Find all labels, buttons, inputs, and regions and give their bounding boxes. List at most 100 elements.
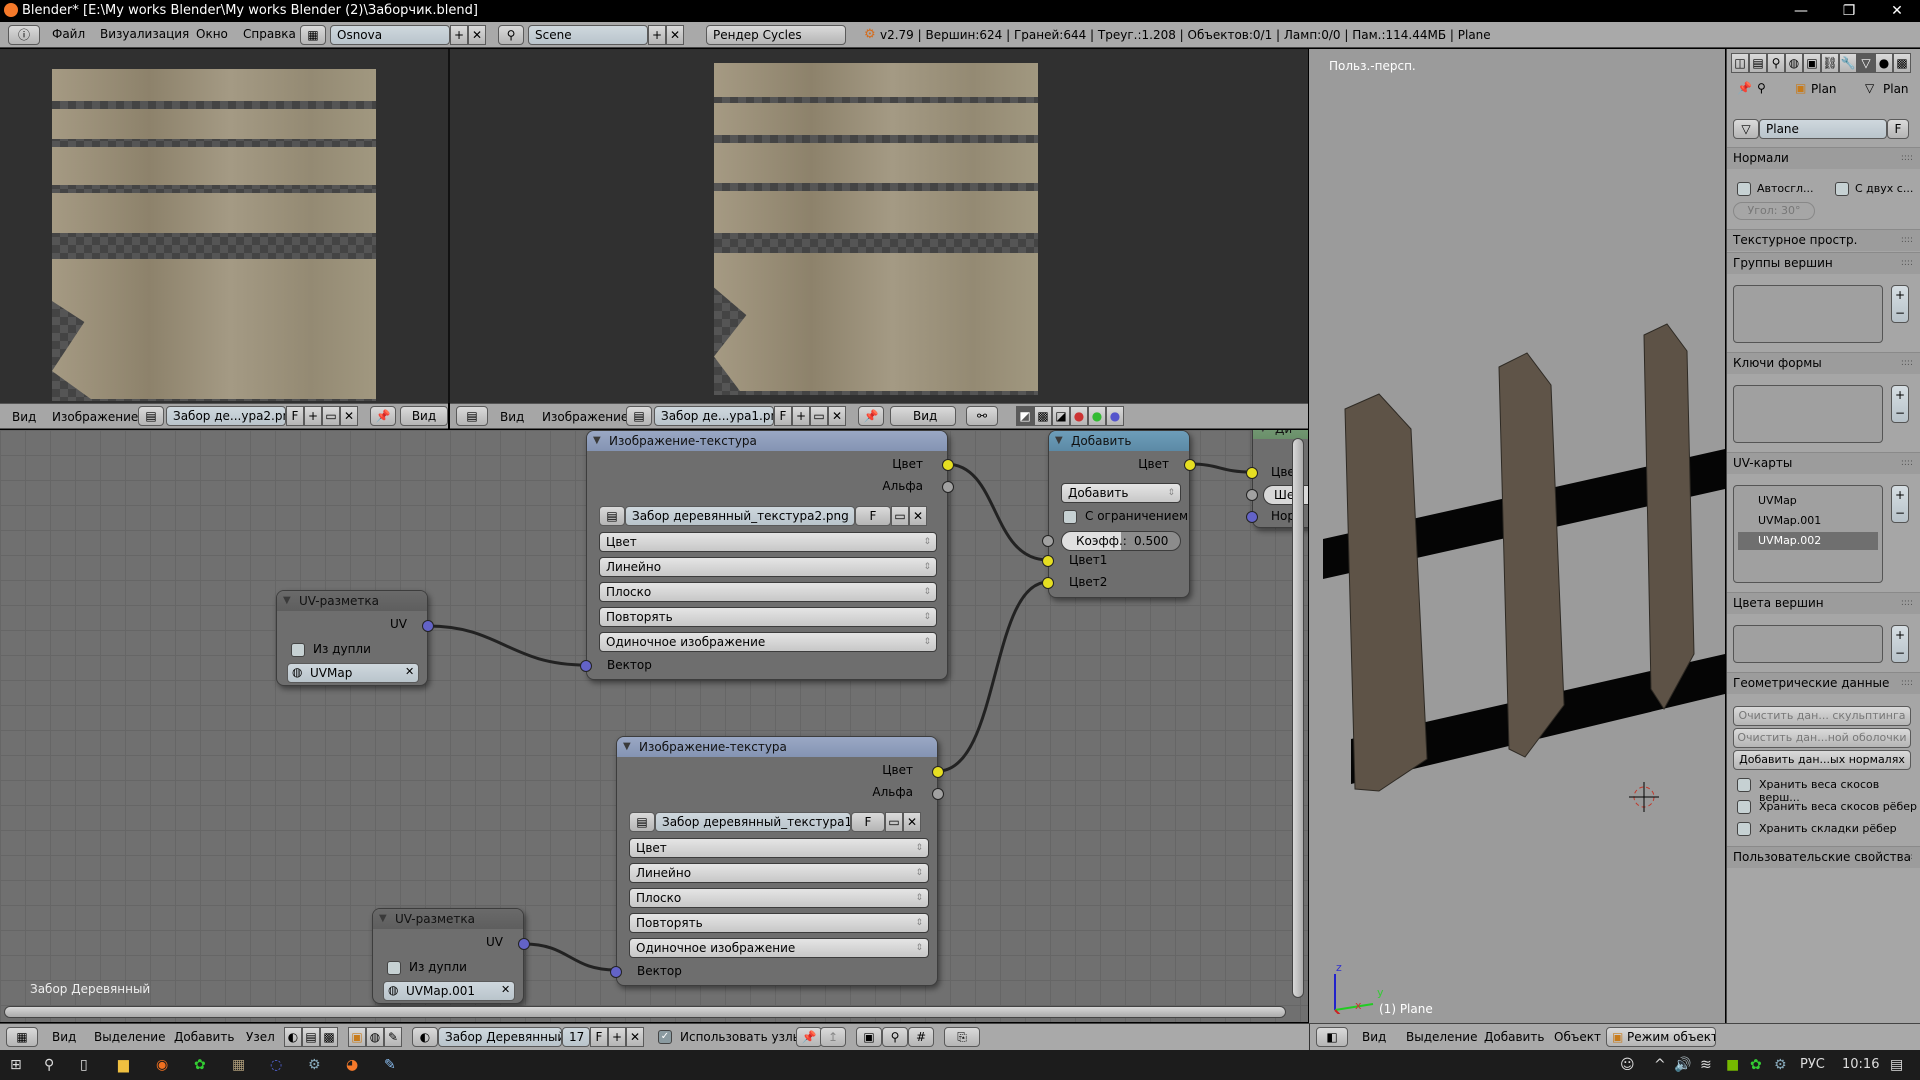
fake-user-button[interactable]: F: [855, 506, 891, 526]
view-mode-select[interactable]: Вид: [400, 406, 448, 426]
uv-map-item-active[interactable]: UVMap.002: [1738, 532, 1878, 550]
restore-button[interactable]: ❐: [1826, 0, 1872, 22]
input-vector-socket[interactable]: [610, 966, 622, 978]
add-layout-icon[interactable]: +: [450, 25, 468, 45]
store-edge-crease-checkbox[interactable]: [1737, 822, 1751, 836]
output-uv-socket[interactable]: [518, 938, 530, 950]
panel-custom-properties[interactable]: Пользовательские свойства::::: [1727, 846, 1920, 868]
shape-keys-list[interactable]: [1733, 385, 1883, 443]
menu-object[interactable]: Объект: [1554, 1030, 1601, 1044]
color-space-select[interactable]: Цвет: [599, 532, 937, 552]
uv-map-node-2[interactable]: UV-разметка UV Из дупли UVMap.001 ◍ ✕: [372, 908, 530, 1004]
scene-icon[interactable]: ⚲: [498, 25, 524, 45]
output-uv-socket[interactable]: [422, 620, 434, 632]
draw-channels-alpha-icon[interactable]: ▩: [1034, 406, 1052, 426]
extension-select[interactable]: Повторять: [599, 607, 937, 627]
shader-nodes-icon[interactable]: ◐: [284, 1027, 302, 1047]
input-vector-socket[interactable]: [580, 660, 592, 672]
fake-user-button[interactable]: F: [1887, 119, 1909, 139]
channel-green-icon[interactable]: ●: [1088, 406, 1106, 426]
tab-constraints-icon[interactable]: ⛓: [1821, 53, 1839, 73]
menu-image[interactable]: Изображение: [52, 410, 138, 424]
menu-image[interactable]: Изображение: [542, 410, 628, 424]
image-browse-icon[interactable]: ▤: [138, 406, 164, 426]
screen-layout-field[interactable]: Osnova: [330, 25, 450, 45]
from-dupli-checkbox[interactable]: [387, 961, 401, 975]
blend-mode-select[interactable]: Добавить: [1061, 483, 1181, 503]
image-name-field[interactable]: Забор деревянный_текстура1.png: [655, 812, 851, 832]
source-select[interactable]: Одиночное изображение: [599, 632, 937, 652]
linestyle-shader-icon[interactable]: ✎: [384, 1027, 402, 1047]
menu-file[interactable]: Файл: [52, 27, 85, 41]
language-indicator[interactable]: РУС: [1800, 1057, 1825, 1072]
double-sided-checkbox[interactable]: [1835, 182, 1849, 196]
notifications-icon[interactable]: ▤: [1890, 1057, 1903, 1073]
open-image-icon[interactable]: ▭: [810, 406, 828, 426]
vertex-group-add-remove[interactable]: + −: [1891, 285, 1909, 323]
panel-uv-maps[interactable]: UV-карты::::: [1727, 452, 1920, 474]
panel-geometry-data[interactable]: Геометрические данные::::: [1727, 672, 1920, 694]
view-mode-select[interactable]: Вид: [890, 406, 956, 426]
menu-help[interactable]: Справка: [243, 27, 296, 41]
object-shader-icon[interactable]: ▣: [348, 1027, 366, 1047]
uv-map-item[interactable]: UVMap: [1738, 492, 1878, 510]
go-parent-icon[interactable]: ↥: [820, 1027, 846, 1047]
menu-view[interactable]: Вид: [1362, 1030, 1386, 1044]
new-image-icon[interactable]: +: [792, 406, 810, 426]
menu-add[interactable]: Добавить: [1484, 1030, 1544, 1044]
autosmooth-checkbox[interactable]: [1737, 182, 1751, 196]
blender-taskbar-icon[interactable]: ◕: [346, 1057, 358, 1073]
new-image-icon[interactable]: +: [304, 406, 322, 426]
tab-modifiers-icon[interactable]: 🔧: [1839, 53, 1857, 73]
fake-user-button[interactable]: F: [774, 406, 792, 426]
channel-blue-icon[interactable]: ●: [1106, 406, 1124, 426]
pin-icon[interactable]: 📌: [1737, 81, 1752, 95]
tab-object-icon[interactable]: ▣: [1803, 53, 1821, 73]
add-scene-icon[interactable]: +: [648, 25, 666, 45]
input-color-socket[interactable]: [1246, 467, 1258, 479]
scene-field[interactable]: Scene: [528, 25, 648, 45]
tray-expand-icon[interactable]: ^: [1654, 1057, 1666, 1073]
editor-type-image-icon[interactable]: ▤: [456, 406, 488, 426]
menu-select[interactable]: Выделение: [1406, 1030, 1477, 1044]
node-editor[interactable]: Изображение-текстура Цвет Альфа ▤ Забор …: [0, 430, 1308, 1022]
add-custom-normals-button[interactable]: Добавить дан...ых нормалях: [1733, 750, 1911, 770]
start-icon[interactable]: ⊞: [10, 1057, 22, 1073]
interpolation-select[interactable]: Линейно: [599, 557, 937, 577]
menu-view[interactable]: Вид: [12, 410, 36, 424]
icq-tray-icon[interactable]: ✿: [1750, 1057, 1762, 1073]
render-engine-select[interactable]: Рендер Cycles: [706, 25, 846, 45]
menu-render[interactable]: Визуализация: [100, 27, 189, 41]
node-title[interactable]: Изображение-текстура: [617, 737, 937, 757]
material-name-field[interactable]: Забор Деревянный: [438, 1027, 562, 1047]
delete-layout-icon[interactable]: ✕: [468, 25, 486, 45]
minimize-button[interactable]: —: [1778, 0, 1824, 22]
texture-nodes-icon[interactable]: ▩: [320, 1027, 338, 1047]
uvmap-field[interactable]: UVMap.001: [383, 981, 515, 1001]
clamp-checkbox[interactable]: [1063, 510, 1077, 524]
draw-channels-z-icon[interactable]: ◪: [1052, 406, 1070, 426]
vertex-colors-list[interactable]: [1733, 625, 1883, 663]
unlink-image-icon[interactable]: ✕: [909, 506, 927, 526]
open-image-icon[interactable]: ▭: [891, 506, 909, 526]
tab-world-icon[interactable]: ◍: [1785, 53, 1803, 73]
fake-user-button[interactable]: F: [286, 406, 304, 426]
source-select[interactable]: Одиночное изображение: [629, 938, 929, 958]
menu-view[interactable]: Вид: [52, 1030, 76, 1044]
pin-icon[interactable]: 📌: [370, 406, 396, 426]
new-material-icon[interactable]: +: [608, 1027, 626, 1047]
paint-icon[interactable]: ✎: [384, 1057, 396, 1073]
editor-type-3d-icon[interactable]: ◧: [1316, 1027, 1348, 1047]
menu-node[interactable]: Узел: [246, 1030, 275, 1044]
uv-sync-icon[interactable]: ⚯: [966, 406, 998, 426]
extension-select[interactable]: Повторять: [629, 913, 929, 933]
input-color1-socket[interactable]: [1042, 555, 1054, 567]
unlink-image-icon[interactable]: ✕: [340, 406, 358, 426]
image-editor-left[interactable]: [0, 49, 448, 403]
projection-select[interactable]: Плоско: [629, 888, 929, 908]
editor-type-node-icon[interactable]: ▦: [6, 1027, 38, 1047]
image-name-field[interactable]: Забор деревянный_текстура2.png: [625, 506, 855, 526]
screen-layout-icon[interactable]: ▦: [300, 25, 326, 45]
clear-skin-data-button[interactable]: Очистить дан...ной оболочки: [1733, 728, 1911, 748]
tab-layers-icon[interactable]: ▤: [1749, 53, 1767, 73]
